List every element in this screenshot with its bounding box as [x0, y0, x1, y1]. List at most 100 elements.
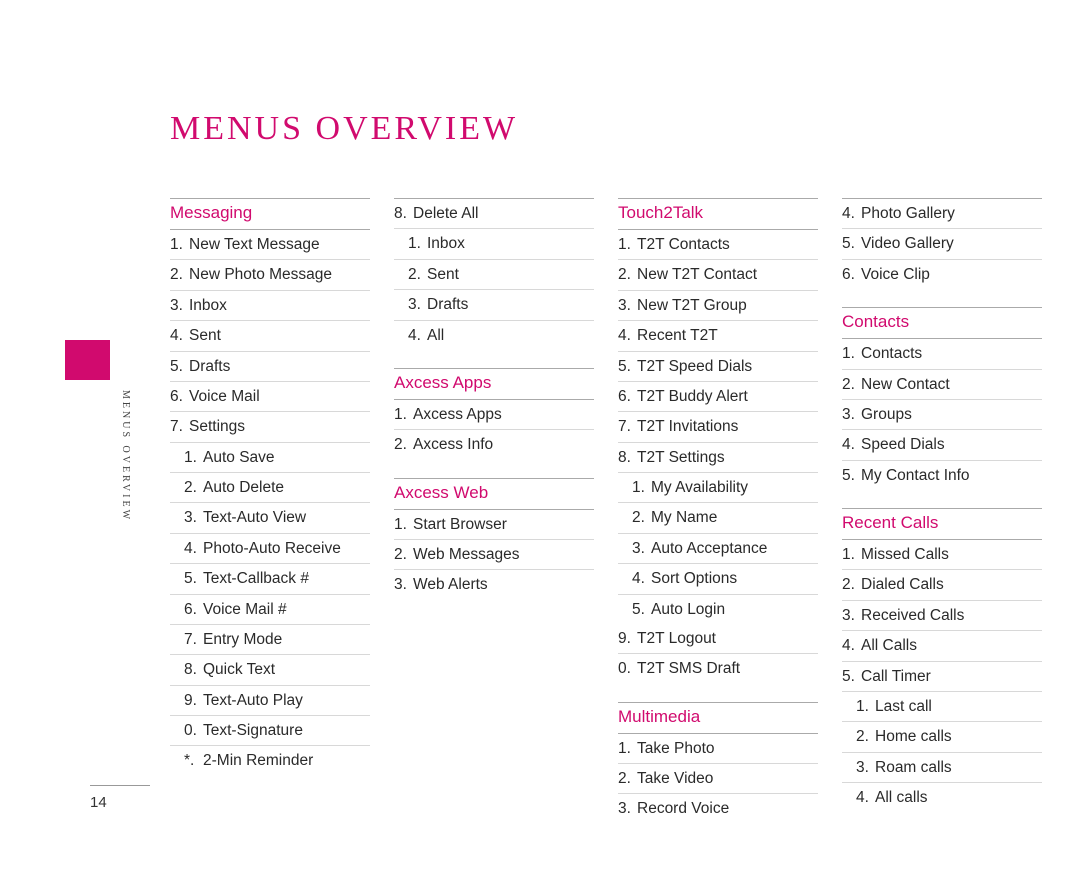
item-label: Voice Clip	[861, 265, 930, 284]
item-label: New Photo Message	[189, 265, 332, 284]
menu-item: 3.Received Calls	[842, 601, 1042, 631]
item-number: 1.	[842, 344, 856, 363]
item-label: All Calls	[861, 636, 917, 655]
menu-item: 6. T2T Buddy Alert	[618, 382, 818, 412]
menu-sub-item: 4.All	[394, 321, 594, 350]
menu-item: 4.Sent	[170, 321, 370, 351]
section-items: 1.Take Photo2.Take Video3.Record Voice	[618, 733, 818, 824]
menu-item: 8.T2T Settings	[618, 443, 818, 473]
menu-sub-item: 3.Auto Acceptance	[618, 534, 818, 564]
section-tab-color	[65, 340, 110, 380]
item-label: Take Photo	[637, 739, 715, 758]
menu-item: 4.Recent T2T	[618, 321, 818, 351]
item-label: Auto Login	[651, 600, 725, 619]
sub-items: 1. My Availability 2.My Name3.Auto Accepta…	[618, 473, 818, 624]
item-number: 3.	[394, 575, 408, 594]
menu-section: Touch2Talk1.T2T Contacts2.New T2T Contac…	[618, 198, 818, 684]
item-label: Web Messages	[413, 545, 520, 564]
menu-columns: Messaging1.New Text Message2.New Photo M…	[170, 198, 1000, 824]
menu-item: 2.Dialed Calls	[842, 570, 1042, 600]
item-label: Contacts	[861, 344, 922, 363]
menu-item: 5.Video Gallery	[842, 229, 1042, 259]
item-label: T2T Contacts	[637, 235, 730, 254]
item-label: T2T Logout	[637, 629, 716, 648]
menu-sub-item: 8.Quick Text	[170, 655, 370, 685]
menu-sub-item: 2.My Name	[618, 503, 818, 533]
item-number: 2.	[618, 769, 632, 788]
menu-sub-item: 4.All calls	[842, 783, 1042, 812]
item-number: 1.	[632, 478, 646, 497]
item-label: Sent	[189, 326, 221, 345]
menu-sub-item: 3. Roam calls	[842, 753, 1042, 783]
item-label: My Availability	[651, 478, 748, 497]
item-label: Roam calls	[875, 758, 952, 777]
section-divider	[618, 702, 818, 703]
item-label: T2T Speed Dials	[637, 357, 752, 376]
item-number: 3.	[842, 606, 856, 625]
menu-item: 9.T2T Logout	[618, 624, 818, 654]
item-label: Text-Auto Play	[203, 691, 303, 710]
menu-sub-item: 9. Text-Auto Play	[170, 686, 370, 716]
item-number: 1.	[394, 515, 408, 534]
item-label: Settings	[189, 417, 245, 436]
item-label: New Contact	[861, 375, 950, 394]
menu-sub-item: 2.Sent	[394, 260, 594, 290]
item-label: New T2T Contact	[637, 265, 757, 284]
item-number: 1.	[184, 448, 198, 467]
item-label: My Name	[651, 508, 717, 527]
item-label: Entry Mode	[203, 630, 282, 649]
item-label: All calls	[875, 788, 928, 807]
item-label: Missed Calls	[861, 545, 949, 564]
menu-section: Recent Calls1.Missed Calls2.Dialed Calls…	[842, 508, 1042, 812]
menu-item: 1. Axcess Apps	[394, 400, 594, 430]
menu-column: Messaging1.New Text Message2.New Photo M…	[170, 198, 370, 824]
menu-sub-item: 1.Auto Save	[170, 443, 370, 473]
item-number: 1.	[856, 697, 870, 716]
item-number: 2.	[618, 265, 632, 284]
item-number: 5.	[842, 466, 856, 485]
item-label: New Text Message	[189, 235, 320, 254]
menu-item: 1.New Text Message	[170, 230, 370, 260]
item-number: 3.	[618, 296, 632, 315]
item-number: 8.	[394, 204, 408, 223]
menu-item: 2.Web Messages	[394, 540, 594, 570]
menu-item: 6.Voice Mail	[170, 382, 370, 412]
item-label: T2T Invitations	[637, 417, 738, 436]
item-label: Speed Dials	[861, 435, 945, 454]
item-label: T2T Buddy Alert	[637, 387, 748, 406]
item-number: 2.	[842, 375, 856, 394]
item-number: 1.	[842, 545, 856, 564]
item-number: 3.	[842, 405, 856, 424]
item-label: Take Video	[637, 769, 713, 788]
section-items: 1.Axcess Apps2.Axcess Info	[394, 399, 594, 460]
item-number: 6.	[618, 387, 632, 406]
item-number: 3.	[408, 295, 422, 314]
menu-column: 8.Delete All1.Inbox2.Sent3.Drafts4.AllAx…	[394, 198, 594, 824]
item-label: Text-Auto View	[203, 508, 306, 527]
menu-sub-item: 3.Drafts	[394, 290, 594, 320]
menu-item: 5.Call Timer	[842, 662, 1042, 692]
menu-item: 4.All Calls	[842, 631, 1042, 661]
item-label: Groups	[861, 405, 912, 424]
menu-section: Contacts1.Contacts2.New Contact3.Groups4…	[842, 307, 1042, 490]
menu-sub-item: 5.Text-Callback #	[170, 564, 370, 594]
item-number: 5.	[184, 569, 198, 588]
item-number: 2.	[408, 265, 422, 284]
section-items: 1. Missed Calls 2.Dialed Calls3.Received C…	[842, 539, 1042, 812]
item-label: Inbox	[427, 234, 465, 253]
menu-item: 7.T2T Invitations	[618, 412, 818, 442]
item-label: Auto Acceptance	[651, 539, 767, 558]
item-label: Axcess Apps	[413, 405, 502, 424]
item-number: 4.	[632, 569, 646, 588]
menu-item: 3.Web Alerts	[394, 570, 594, 599]
sub-items: 1.Inbox2.Sent3.Drafts4.All	[394, 229, 594, 350]
item-number: 3.	[856, 758, 870, 777]
item-label: Record Voice	[637, 799, 729, 818]
item-number: 9.	[184, 691, 198, 710]
item-number: 1.	[394, 405, 408, 424]
menu-item: 5.Drafts	[170, 352, 370, 382]
item-label: Photo Gallery	[861, 204, 955, 223]
item-label: Photo-Auto Receive	[203, 539, 341, 558]
item-number: 0.	[618, 659, 632, 678]
section-items: 1.Start Browser2.Web Messages3.Web Alert…	[394, 509, 594, 600]
